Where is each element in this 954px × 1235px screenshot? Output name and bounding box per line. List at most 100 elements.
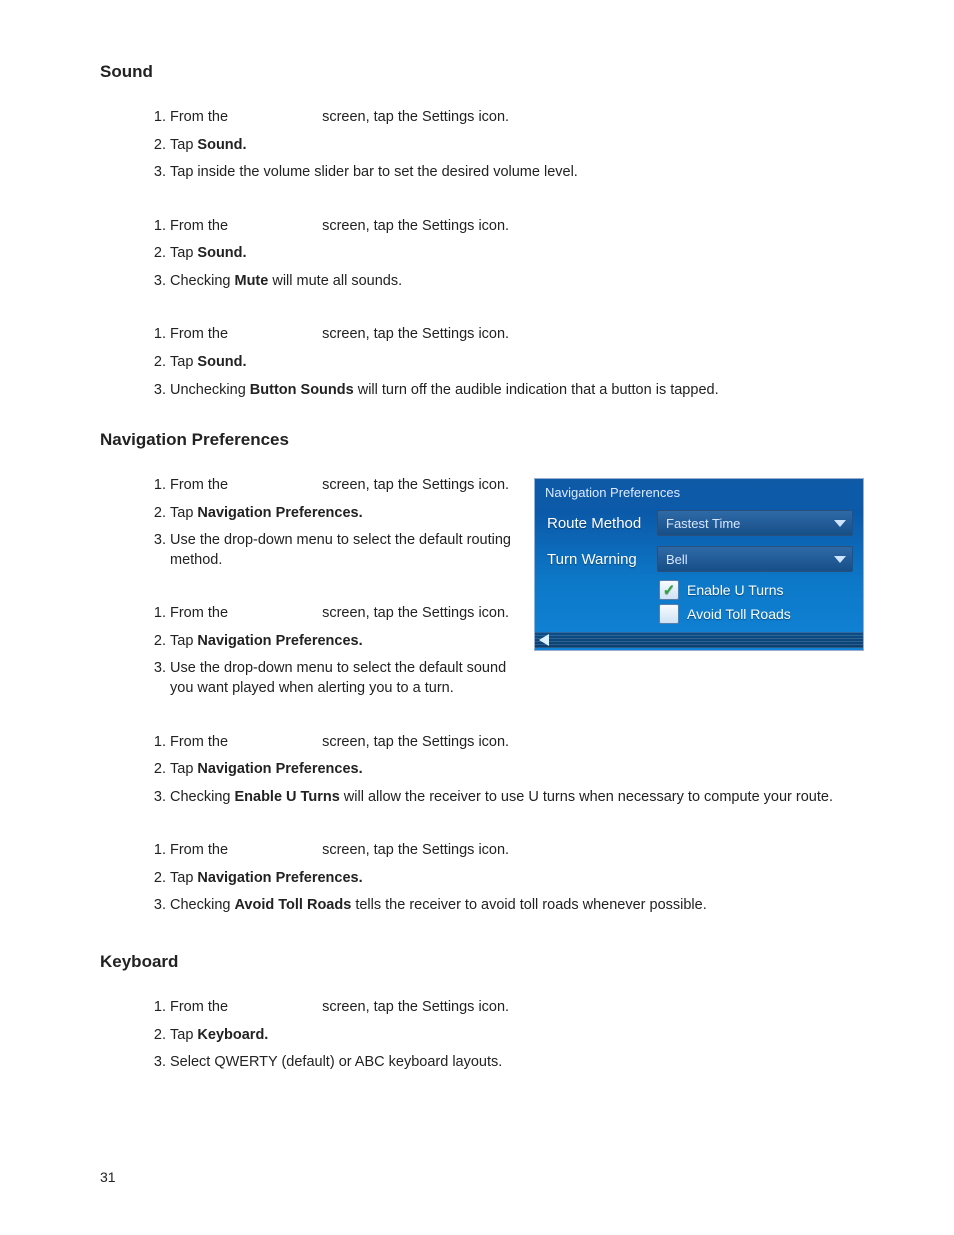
- bold-text: Button Sounds: [250, 382, 354, 398]
- step-text: screen, tap the Settings icon.: [318, 734, 509, 750]
- step-item: Checking Enable U Turns will allow the r…: [170, 784, 864, 812]
- checkbox-label: Enable U Turns: [687, 582, 784, 598]
- panel-checkbox-row: Enable U Turns: [535, 578, 863, 602]
- step-list: From the screen, tap the Settings icon.T…: [100, 837, 864, 920]
- panel-dropdown-value: Fastest Time: [666, 516, 740, 531]
- step-text: Checking: [170, 897, 234, 913]
- bold-text: Mute: [234, 273, 268, 289]
- step-item: Tap Sound.: [170, 132, 864, 160]
- step-text: From the: [170, 326, 232, 342]
- step-list: From the screen, tap the Settings icon. T…: [100, 729, 864, 812]
- step-item: Tap Navigation Preferences.: [170, 756, 864, 784]
- step-block: From the screen, tap the Settings icon.T…: [100, 994, 864, 1077]
- step-block: From the screen, tap the Settings icon.T…: [100, 837, 864, 920]
- step-item: Tap inside the volume slider bar to set …: [170, 159, 864, 187]
- step-text: Use the drop-down menu to select the def…: [170, 660, 506, 696]
- bold-text: Enable U Turns: [234, 789, 339, 805]
- step-item: Use the drop-down menu to select the def…: [170, 655, 864, 702]
- step-item: From the screen, tap the Settings icon.: [170, 321, 864, 349]
- bold-text: Navigation Preferences.: [197, 505, 362, 521]
- step-text: screen, tap the Settings icon.: [318, 842, 509, 858]
- bold-text: Avoid Toll Roads: [234, 897, 351, 913]
- step-item: Tap Sound.: [170, 240, 864, 268]
- step-text: From the: [170, 842, 232, 858]
- back-icon[interactable]: [539, 634, 549, 646]
- step-list: From the screen, tap the Settings icon.T…: [100, 321, 864, 404]
- step-item: Select QWERTY (default) or ABC keyboard …: [170, 1049, 864, 1077]
- chevron-down-icon: [834, 556, 846, 563]
- nav-preferences-figure: Navigation Preferences Route Method Fastes…: [534, 478, 864, 651]
- panel-footer: [535, 632, 863, 648]
- bold-text: Navigation Preferences.: [197, 870, 362, 886]
- step-text: Tap: [170, 633, 197, 649]
- step-text: screen, tap the Settings icon.: [318, 477, 509, 493]
- step-item: From the screen, tap the Settings icon.: [170, 104, 864, 132]
- step-text: From the: [170, 999, 232, 1015]
- bold-text: Sound.: [197, 354, 246, 370]
- step-block: From the screen, tap the Settings icon.T…: [100, 213, 864, 296]
- checkbox[interactable]: [659, 604, 679, 624]
- step-item: From the screen, tap the Settings icon.: [170, 213, 864, 241]
- step-text: will mute all sounds.: [268, 273, 402, 289]
- page: Sound From the screen, tap the Settings i…: [0, 0, 954, 1235]
- step-text: screen, tap the Settings icon.: [318, 109, 509, 125]
- chevron-down-icon: [834, 520, 846, 527]
- panel-dropdown[interactable]: Fastest Time: [657, 510, 853, 536]
- step-text: will turn off the audible indication tha…: [354, 382, 719, 398]
- section-heading: Sound: [100, 62, 864, 82]
- step-item: Checking Mute will mute all sounds.: [170, 268, 864, 296]
- step-list: From the screen, tap the Settings icon.T…: [100, 213, 864, 296]
- step-text: From the: [170, 109, 232, 125]
- step-block: From the screen, tap the Settings icon. T…: [100, 729, 864, 812]
- panel-title: Navigation Preferences: [535, 479, 863, 506]
- section-heading: Keyboard: [100, 952, 864, 972]
- step-item: From the screen, tap the Settings icon.: [170, 994, 864, 1022]
- step-item: Unchecking Button Sounds will turn off t…: [170, 377, 864, 405]
- bold-text: Sound.: [197, 245, 246, 261]
- step-text: screen, tap the Settings icon.: [318, 999, 509, 1015]
- bold-text: Navigation Preferences.: [197, 761, 362, 777]
- step-text: From the: [170, 477, 232, 493]
- step-text: will allow the receiver to use U turns w…: [340, 789, 833, 805]
- step-item: Tap Navigation Preferences.: [170, 865, 864, 893]
- step-text: Use the drop-down menu to select the def…: [170, 532, 511, 568]
- step-text: From the: [170, 218, 232, 234]
- step-text: screen, tap the Settings icon.: [318, 326, 509, 342]
- step-text: Tap: [170, 1027, 197, 1043]
- step-list: From the screen, tap the Settings icon.T…: [100, 994, 864, 1077]
- nav-preferences-panel: Navigation Preferences Route Method Fastes…: [534, 478, 864, 651]
- checkbox-label: Avoid Toll Roads: [687, 606, 791, 622]
- page-number: 31: [100, 1169, 116, 1185]
- step-text: Tap: [170, 137, 197, 153]
- panel-row: Turn Warning Bell: [535, 542, 863, 578]
- step-text: From the: [170, 734, 232, 750]
- panel-dropdown[interactable]: Bell: [657, 546, 853, 572]
- step-list: From the screen, tap the Settings icon.T…: [100, 104, 864, 187]
- step-item: Tap Keyboard.: [170, 1022, 864, 1050]
- panel-checkbox-row: Avoid Toll Roads: [535, 602, 863, 626]
- step-text: Checking: [170, 789, 234, 805]
- step-text: Select QWERTY (default) or ABC keyboard …: [170, 1054, 502, 1070]
- step-block: From the screen, tap the Settings icon.T…: [100, 104, 864, 187]
- step-text: Tap inside the volume slider bar to set …: [170, 164, 578, 180]
- step-text: Tap: [170, 761, 197, 777]
- bold-text: Sound.: [197, 137, 246, 153]
- panel-row-label: Turn Warning: [547, 551, 647, 568]
- step-text: screen, tap the Settings icon.: [318, 218, 509, 234]
- step-text: tells the receiver to avoid toll roads w…: [351, 897, 706, 913]
- bold-text: Navigation Preferences.: [197, 633, 362, 649]
- step-text: screen, tap the Settings icon.: [318, 605, 509, 621]
- step-text: Unchecking: [170, 382, 250, 398]
- step-block: From the screen, tap the Settings icon.T…: [100, 321, 864, 404]
- step-text: Tap: [170, 505, 197, 521]
- panel-dropdown-value: Bell: [666, 552, 688, 567]
- step-item: From the screen, tap the Settings icon.: [170, 837, 864, 865]
- step-item: Checking Avoid Toll Roads tells the rece…: [170, 892, 864, 920]
- step-item: Tap Sound.: [170, 349, 864, 377]
- bold-text: Keyboard.: [197, 1027, 268, 1043]
- panel-row: Route Method Fastest Time: [535, 506, 863, 542]
- checkbox[interactable]: [659, 580, 679, 600]
- step-text: Checking: [170, 273, 234, 289]
- panel-row-label: Route Method: [547, 515, 647, 532]
- step-text: Tap: [170, 870, 197, 886]
